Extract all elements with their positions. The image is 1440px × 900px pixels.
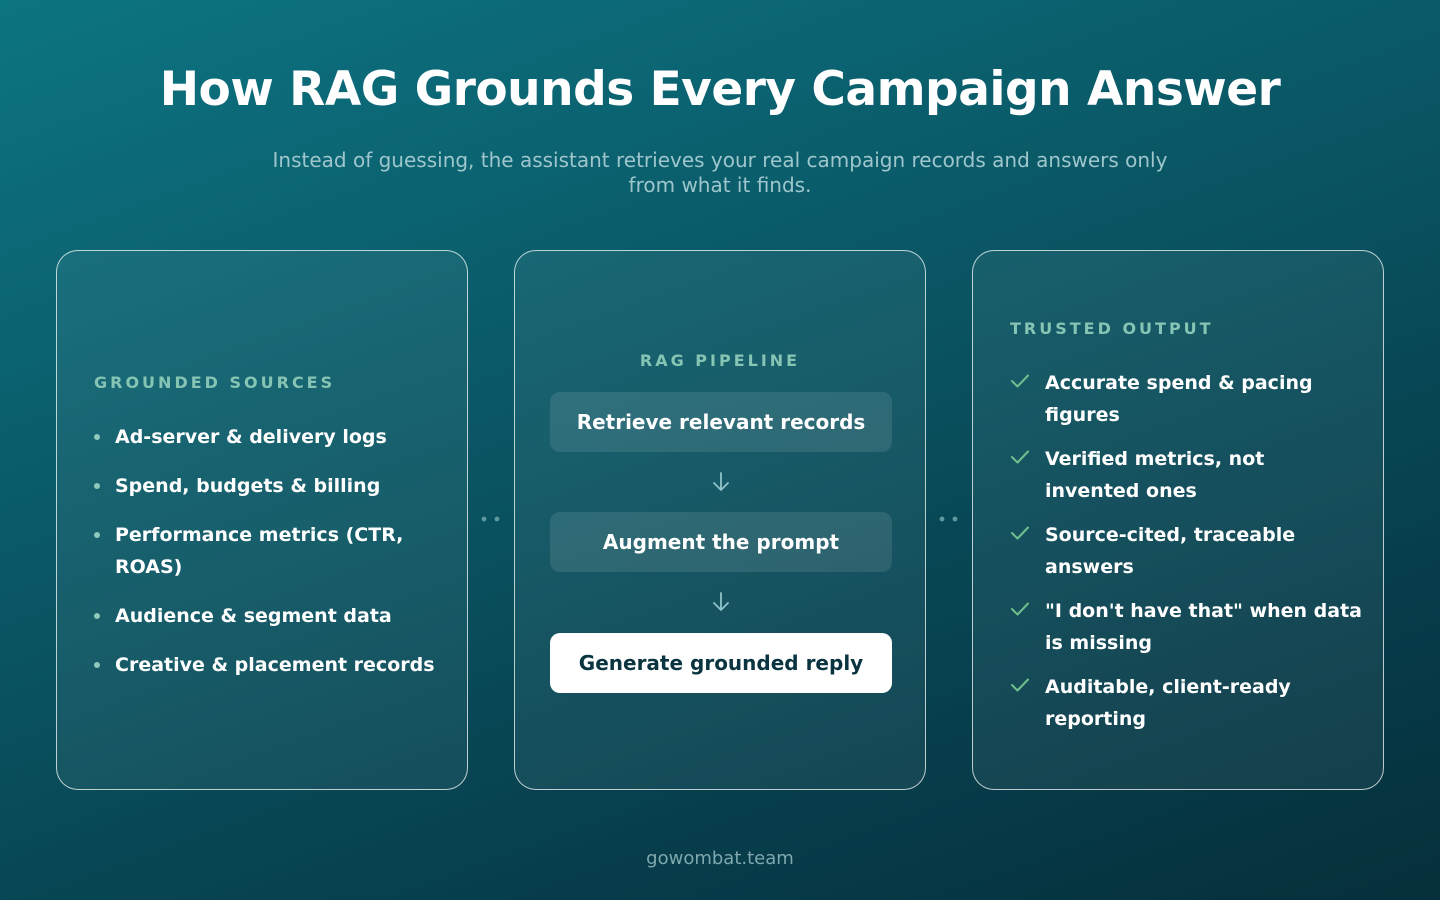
trusted-output-list: Accurate spend & pacing figures Verified… [1010,367,1365,747]
check-icon [1011,374,1029,388]
connector-dots-icon [481,516,500,522]
output-item-label: Auditable, client-ready reporting [1045,676,1291,730]
footer-brand: gowombat.team [646,848,794,869]
connector-dots-icon [939,516,958,522]
check-icon [1011,602,1029,616]
source-item-label: Audience & segment data [115,605,392,627]
pipeline-step-augment: Augment the prompt [550,512,892,572]
rag-pipeline-label: RAG PIPELINE [639,351,801,370]
output-item-label: "I don't have that" when data is missing [1045,600,1362,654]
pipeline-step-retrieve: Retrieve relevant records [550,392,892,452]
source-item-label: Ad-server & delivery logs [115,426,387,448]
output-item-label: Accurate spend & pacing figures [1045,372,1313,426]
trusted-output-label: TRUSTED OUTPUT [1010,319,1214,338]
dot-icon [94,662,100,668]
output-item: Auditable, client-ready reporting [1010,671,1365,735]
dot-icon [94,613,100,619]
dot-icon [94,532,100,538]
output-item: Verified metrics, not invented ones [1010,443,1365,507]
grounded-sources-card: GROUNDED SOURCES Ad-server & delivery lo… [56,250,468,790]
dot-icon [94,483,100,489]
output-item: Accurate spend & pacing figures [1010,367,1365,431]
arrow-down-icon [713,472,729,491]
grounded-sources-label: GROUNDED SOURCES [94,373,336,392]
page-subtitle: Instead of guessing, the assistant retri… [272,148,1168,197]
output-item: "I don't have that" when data is missing [1010,595,1365,659]
dot-icon [94,434,100,440]
source-item-label: Spend, budgets & billing [115,475,381,497]
source-item-label: Performance metrics (CTR, ROAS) [115,524,404,578]
pipeline-step-generate: Generate grounded reply [550,633,892,693]
page-title: How RAG Grounds Every Campaign Answer [159,62,1281,117]
rag-pipeline-card: RAG PIPELINE Retrieve relevant records A… [514,250,926,790]
grounded-sources-list: Ad-server & delivery logs Spend, budgets… [94,421,454,698]
output-item-label: Source-cited, traceable answers [1045,524,1296,578]
output-item: Source-cited, traceable answers [1010,519,1365,583]
source-item: Ad-server & delivery logs [94,421,454,453]
output-item-label: Verified metrics, not invented ones [1045,448,1265,502]
check-icon [1011,526,1029,540]
check-icon [1011,450,1029,464]
trusted-output-card: TRUSTED OUTPUT Accurate spend & pacing f… [972,250,1384,790]
source-item: Spend, budgets & billing [94,470,454,502]
source-item: Audience & segment data [94,600,454,632]
source-item: Creative & placement records [94,649,454,681]
check-icon [1011,678,1029,692]
source-item: Performance metrics (CTR, ROAS) [94,519,454,583]
arrow-down-icon [713,592,729,611]
source-item-label: Creative & placement records [115,654,435,676]
